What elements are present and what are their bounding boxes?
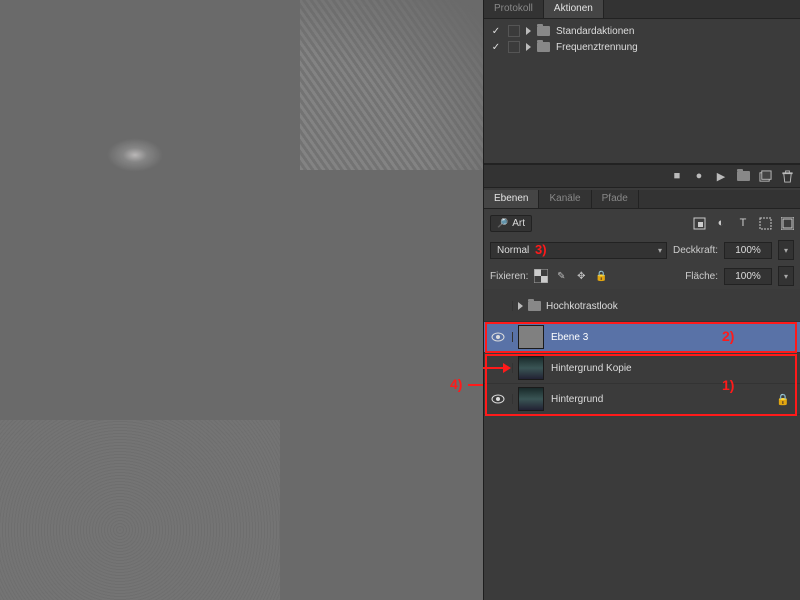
layer-name[interactable]: Hochkotrastlook	[546, 301, 795, 312]
canvas-viewport[interactable]: 4)	[0, 0, 483, 600]
action-dialog-toggle[interactable]	[508, 41, 520, 53]
tab-protokoll[interactable]: Protokoll	[484, 0, 544, 18]
layer-filter-row: 🔎Art ◐ T	[484, 209, 800, 237]
filter-adjust-icon[interactable]: ◐	[714, 216, 728, 230]
actions-tab-row: Protokoll Aktionen	[484, 0, 800, 19]
opacity-label: Deckkraft:	[673, 245, 718, 256]
actions-toolbar: ■ ● ▶	[484, 164, 800, 188]
blend-mode-select[interactable]: Normal▾ 3)	[490, 242, 667, 259]
fill-input[interactable]: 100%	[724, 268, 772, 285]
layer-name[interactable]: Hintergrund	[551, 394, 769, 405]
opacity-input[interactable]: 100%	[724, 242, 772, 259]
visibility-toggle[interactable]	[491, 394, 505, 404]
tab-ebenen[interactable]: Ebenen	[484, 190, 539, 208]
layer-row-bg[interactable]: Hintergrund 🔒	[484, 384, 800, 415]
visibility-toggle[interactable]	[491, 363, 505, 373]
visibility-toggle[interactable]	[491, 332, 505, 342]
layer-row-ebene-3[interactable]: Ebene 3	[484, 322, 800, 353]
actions-panel-body: Standardaktionen Frequenztrennung	[484, 19, 800, 164]
tab-pfade[interactable]: Pfade	[592, 190, 639, 208]
lock-position-icon[interactable]: ✥	[574, 269, 588, 283]
layer-list: Hochkotrastlook Ebene 3 Hintergrund Kopi…	[484, 289, 800, 600]
layer-name[interactable]: Ebene 3	[551, 332, 795, 343]
folder-icon	[537, 42, 550, 52]
lock-icon: 🔒	[776, 393, 789, 406]
tab-kanaele[interactable]: Kanäle	[539, 190, 591, 208]
trash-icon[interactable]	[780, 169, 794, 183]
folder-icon	[528, 301, 541, 311]
layer-row-bg-copy[interactable]: Hintergrund Kopie	[484, 353, 800, 384]
lock-paint-icon[interactable]: ✎	[554, 269, 568, 283]
lock-all-icon[interactable]: 🔒	[594, 269, 608, 283]
layer-name[interactable]: Hintergrund Kopie	[551, 363, 795, 374]
app-root: 4) Protokoll Aktionen Standardaktionen F…	[0, 0, 800, 600]
play-icon[interactable]: ▶	[714, 169, 728, 183]
visibility-toggle[interactable]	[491, 301, 505, 311]
action-set-row[interactable]: Standardaktionen	[490, 23, 794, 39]
stop-icon[interactable]: ■	[670, 169, 684, 183]
expand-icon[interactable]	[526, 43, 531, 51]
layer-thumbnail[interactable]	[518, 387, 544, 411]
tab-aktionen[interactable]: Aktionen	[544, 0, 604, 18]
lock-label: Fixieren:	[490, 271, 528, 282]
expand-icon[interactable]	[526, 27, 531, 35]
fill-label: Fläche:	[685, 271, 718, 282]
folder-icon	[537, 26, 550, 36]
opacity-stepper[interactable]: ▾	[778, 240, 794, 260]
record-icon[interactable]: ●	[692, 169, 706, 183]
action-set-name: Standardaktionen	[556, 26, 634, 37]
layer-thumbnail[interactable]	[518, 325, 544, 349]
layer-group-row[interactable]: Hochkotrastlook	[484, 291, 800, 322]
filter-smart-icon[interactable]	[780, 216, 794, 230]
action-set-row[interactable]: Frequenztrennung	[490, 39, 794, 55]
annotation-3: 3)	[535, 242, 547, 257]
filter-type-select[interactable]: 🔎Art	[490, 215, 532, 232]
action-enabled-check[interactable]	[490, 25, 502, 37]
filter-type-icon[interactable]: T	[736, 216, 750, 230]
filter-shape-icon[interactable]	[758, 216, 772, 230]
expand-icon[interactable]	[518, 302, 523, 310]
action-dialog-toggle[interactable]	[508, 25, 520, 37]
panel-stack: Protokoll Aktionen Standardaktionen Freq…	[483, 0, 800, 600]
action-enabled-check[interactable]	[490, 41, 502, 53]
document-image	[0, 0, 483, 600]
filter-pixel-icon[interactable]	[692, 216, 706, 230]
lock-transparency-icon[interactable]	[534, 269, 548, 283]
layers-panel: 🔎Art ◐ T Normal▾ 3) Deckkraft: 100% ▾	[484, 209, 800, 600]
fill-stepper[interactable]: ▾	[778, 266, 794, 286]
layers-tab-row: Ebenen Kanäle Pfade	[484, 190, 800, 209]
action-set-name: Frequenztrennung	[556, 42, 638, 53]
lock-fill-row: Fixieren: ✎ ✥ 🔒 Fläche: 100% ▾	[484, 263, 800, 289]
blend-opacity-row: Normal▾ 3) Deckkraft: 100% ▾	[484, 237, 800, 263]
new-action-icon[interactable]	[758, 169, 772, 183]
layer-thumbnail[interactable]	[518, 356, 544, 380]
new-folder-icon[interactable]	[736, 169, 750, 183]
